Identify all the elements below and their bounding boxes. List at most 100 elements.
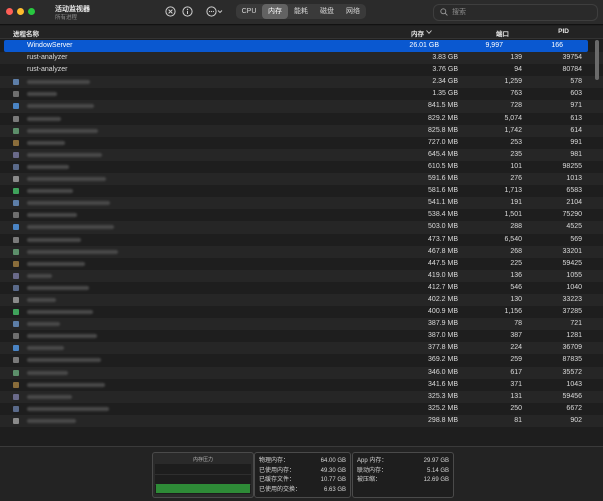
process-ports: 1,742: [504, 126, 522, 134]
process-ports: 130: [510, 295, 522, 303]
memory-stat-label: 已使用的交换：: [259, 486, 302, 493]
tab-memory[interactable]: 内存: [262, 4, 288, 19]
process-pid: 75290: [562, 211, 582, 219]
table-row[interactable]: 2.34 GB 1,259 578: [0, 76, 603, 89]
app-icon: [13, 272, 19, 279]
table-row[interactable]: 412.7 MB 546 1040: [0, 282, 603, 294]
table-row[interactable]: 402.2 MB 130 33223: [0, 293, 603, 307]
redacted-process-name: [27, 261, 85, 266]
table-row[interactable]: rust-analyzer 3.83 GB 139 39754: [0, 52, 603, 65]
tab-cpu[interactable]: CPU: [236, 4, 262, 19]
app-icon: [13, 188, 19, 195]
app-icon: [13, 103, 19, 110]
table-row[interactable]: 829.2 MB 5,074 613: [0, 113, 603, 125]
process-pid: 603: [570, 90, 582, 98]
table-row[interactable]: 346.0 MB 617 35572: [0, 366, 603, 379]
table-row[interactable]: 325.2 MB 250 6672: [0, 403, 603, 415]
table-row[interactable]: 387.0 MB 387 1281: [0, 330, 603, 342]
column-header-process-name[interactable]: 进程名称: [13, 28, 39, 38]
search-field[interactable]: [433, 4, 598, 21]
process-ports: 9,997: [485, 42, 503, 49]
process-memory: 369.2 MB: [428, 356, 458, 364]
minimize-window-button[interactable]: [17, 8, 24, 15]
table-row[interactable]: 325.3 MB 131 59456: [0, 390, 603, 403]
tab-energy[interactable]: 能耗: [288, 4, 314, 19]
memory-stat-value: 10.77 GB: [320, 477, 346, 483]
table-row[interactable]: 377.8 MB 224 36709: [0, 342, 603, 355]
process-ports: 259: [510, 356, 522, 364]
table-row[interactable]: 841.5 MB 728 971: [0, 100, 603, 113]
table-row[interactable]: 591.6 MB 276 1013: [0, 173, 603, 186]
table-row[interactable]: 825.8 MB 1,742 614: [0, 124, 603, 137]
process-pid: 166: [551, 42, 563, 49]
process-ports: 1,259: [504, 78, 522, 86]
process-ports: 253: [510, 138, 522, 146]
process-memory: 1.35 GB: [432, 90, 458, 98]
app-icon: [13, 309, 19, 316]
table-row[interactable]: 369.2 MB 259 87835: [0, 354, 603, 366]
redacted-process-name: [27, 394, 72, 399]
more-actions-button[interactable]: [204, 5, 226, 18]
redacted-process-name: [27, 177, 106, 182]
app-icon: [13, 381, 19, 388]
process-memory: 3.76 GB: [432, 66, 458, 74]
process-ports: 763: [510, 90, 522, 98]
process-memory: 581.6 MB: [428, 187, 458, 195]
activity-monitor-window: 活动监视器 所有进程 CPU 内存 能耗 磁盘 网络 搜索 进程名称 内存 端口…: [0, 0, 603, 501]
table-row[interactable]: 473.7 MB 6,540 569: [0, 234, 603, 246]
table-row[interactable]: 447.5 MB 225 59425: [0, 258, 603, 270]
search-input[interactable]: [452, 7, 587, 18]
inspect-process-button[interactable]: [180, 5, 194, 18]
table-scrollbar[interactable]: [595, 40, 599, 80]
process-ports: 546: [510, 283, 522, 291]
redacted-process-name: [27, 273, 52, 278]
process-pid: 4525: [566, 223, 582, 231]
table-row[interactable]: 727.0 MB 253 991: [0, 137, 603, 149]
memory-footer: 内存压力 物理内存： 64.00 GB 已使用内存： 49.30 GB 已缓存文件： 10…: [0, 446, 603, 501]
redacted-process-name: [27, 249, 118, 254]
table-row[interactable]: 387.9 MB 78 721: [0, 318, 603, 331]
process-ports: 371: [510, 380, 522, 388]
table-row[interactable]: 541.1 MB 191 2104: [0, 197, 603, 210]
close-window-button[interactable]: [6, 8, 13, 15]
table-row[interactable]: 341.6 MB 371 1043: [0, 379, 603, 391]
ellipsis-circle-icon: [206, 6, 223, 17]
process-ports: 139: [510, 54, 522, 62]
process-ports: 94: [514, 66, 522, 74]
table-row[interactable]: 1.35 GB 763 603: [0, 88, 603, 100]
column-header-ports[interactable]: 端口: [496, 28, 509, 38]
toolbar: 活动监视器 所有进程 CPU 内存 能耗 磁盘 网络 搜索: [0, 0, 603, 25]
app-icon: [13, 345, 19, 352]
app-icon: [13, 212, 19, 219]
memory-stat-label: 联动内存：: [357, 467, 388, 474]
app-icon: [13, 333, 19, 340]
process-memory: 377.8 MB: [428, 344, 458, 352]
table-row[interactable]: rust-analyzer 3.76 GB 94 80784: [0, 64, 603, 76]
tab-disk[interactable]: 磁盘: [314, 4, 340, 19]
memory-stat-value: 5.14 GB: [426, 467, 449, 474]
process-memory: 341.6 MB: [428, 380, 458, 388]
table-row[interactable]: 400.9 MB 1,156 37285: [0, 306, 603, 318]
table-row[interactable]: 419.0 MB 136 1055: [0, 269, 603, 282]
table-row[interactable]: 645.4 MB 235 981: [0, 148, 603, 161]
process-pid: 87835: [562, 356, 582, 364]
redacted-process-name: [27, 152, 102, 157]
table-row[interactable]: 467.8 MB 268 33201: [0, 245, 603, 258]
app-icon: [13, 115, 19, 122]
process-pid: 39754: [562, 54, 582, 62]
table-row[interactable]: 298.8 MB 81 902: [0, 414, 603, 427]
process-ports: 1,713: [504, 187, 522, 195]
app-icon: [13, 321, 19, 328]
memory-stat-value: 6.63 GB: [323, 486, 346, 493]
table-row[interactable]: 538.4 MB 1,501 75290: [0, 209, 603, 221]
tab-network[interactable]: 网络: [340, 4, 366, 19]
table-row[interactable]: 610.5 MB 101 98255: [0, 161, 603, 173]
redacted-process-name: [27, 322, 60, 327]
table-row[interactable]: 503.0 MB 288 4525: [0, 221, 603, 234]
zoom-window-button[interactable]: [28, 8, 35, 15]
table-row[interactable]: WindowServer 26.01 GB 9,997 166: [4, 40, 588, 53]
stop-process-button[interactable]: [163, 5, 177, 18]
column-header-pid[interactable]: PID: [558, 28, 569, 35]
table-row[interactable]: 581.6 MB 1,713 6583: [0, 185, 603, 197]
column-header-memory[interactable]: 内存: [411, 28, 424, 38]
